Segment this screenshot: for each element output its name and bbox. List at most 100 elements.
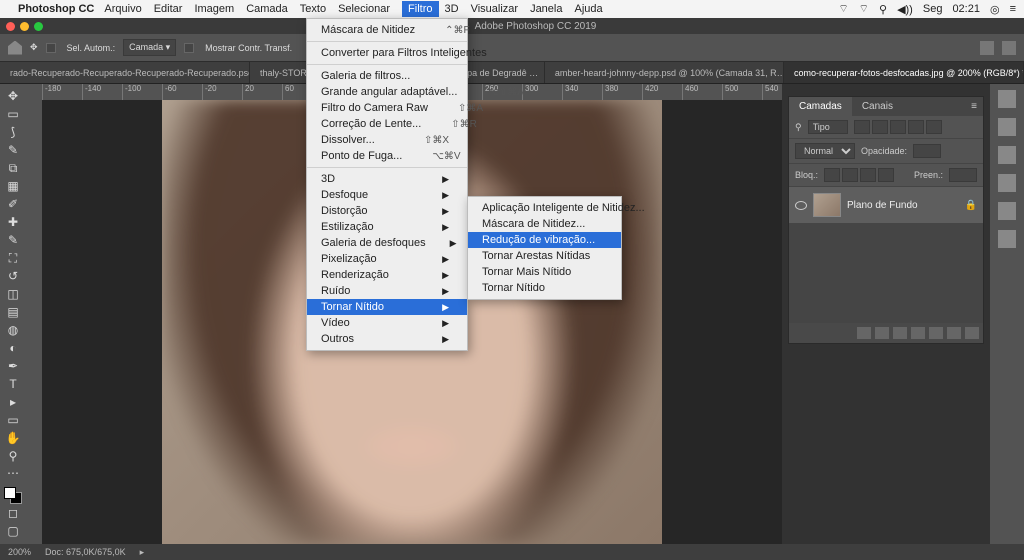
zoom-level[interactable]: 200% xyxy=(8,547,31,557)
menu-item[interactable]: Grande angular adaptável...⌥⇧⌘A xyxy=(307,84,467,100)
menu-selecionar[interactable]: Selecionar xyxy=(338,3,390,15)
layer-kind-filter[interactable] xyxy=(808,120,848,134)
submenu-item[interactable]: Tornar Mais Nítido xyxy=(468,264,621,280)
eyedropper-tool[interactable]: ✐ xyxy=(3,196,23,213)
hand-tool[interactable]: ✋ xyxy=(3,429,23,446)
search-icon[interactable] xyxy=(980,41,994,55)
frame-tool[interactable]: ▦ xyxy=(3,178,23,195)
color-panel-icon[interactable] xyxy=(998,90,1016,108)
doc-size[interactable]: Doc: 675,0K/675,0K xyxy=(45,547,126,557)
group-icon[interactable] xyxy=(929,327,943,339)
autosel-dropdown[interactable]: Camada ▾ xyxy=(123,39,176,56)
gradient-tool[interactable]: ▤ xyxy=(3,303,23,320)
menu-item[interactable]: Correção de Lente...⇧⌘R xyxy=(307,116,467,132)
pen-tool[interactable]: ✒ xyxy=(3,357,23,374)
menu-item[interactable]: Galeria de desfoques▶ xyxy=(307,235,467,251)
zoom-window-icon[interactable] xyxy=(34,22,43,31)
menu-editar[interactable]: Editar xyxy=(154,3,183,15)
menu-arquivo[interactable]: Arquivo xyxy=(104,3,141,15)
menu-item[interactable]: Estilização▶ xyxy=(307,219,467,235)
actions-panel-icon[interactable] xyxy=(998,230,1016,248)
panel-menu-icon[interactable]: ≡ xyxy=(965,97,983,116)
submenu-item[interactable]: Aplicação Inteligente de Nitidez... xyxy=(468,200,621,216)
menu-item[interactable]: 3D▶ xyxy=(307,171,467,187)
opacity-input[interactable] xyxy=(913,144,941,158)
history-panel-icon[interactable] xyxy=(998,202,1016,220)
siri-icon[interactable]: ◎ xyxy=(990,3,1000,16)
stamp-tool[interactable]: ⛶ xyxy=(3,250,23,267)
fill-input[interactable] xyxy=(949,168,977,182)
menu-filtro[interactable]: Filtro xyxy=(402,1,438,17)
autosel-checkbox[interactable] xyxy=(46,43,56,53)
filter-type-icon[interactable] xyxy=(890,120,906,134)
workspace-icon[interactable] xyxy=(1002,41,1016,55)
menu-item[interactable]: Ponto de Fuga...⌥⌘V xyxy=(307,148,467,164)
layer-row[interactable]: Plano de Fundo 🔒 xyxy=(789,187,983,223)
menu-item[interactable]: Galeria de filtros... xyxy=(307,68,467,84)
screenmode-tool[interactable]: ▢ xyxy=(3,523,23,540)
link-layers-icon[interactable] xyxy=(857,327,871,339)
filter-pixel-icon[interactable] xyxy=(854,120,870,134)
volume-icon[interactable]: ◀)) xyxy=(897,3,913,16)
shape-tool[interactable]: ▭ xyxy=(3,411,23,428)
menu-3d[interactable]: 3D xyxy=(445,3,459,15)
adjustments-panel-icon[interactable] xyxy=(998,174,1016,192)
menu-imagem[interactable]: Imagem xyxy=(194,3,234,15)
menu-camada[interactable]: Camada xyxy=(246,3,288,15)
menu-item[interactable]: Converter para Filtros Inteligentes xyxy=(307,45,467,61)
menu-item[interactable]: Distorção▶ xyxy=(307,203,467,219)
type-tool[interactable]: T xyxy=(3,375,23,392)
menu-item[interactable]: Máscara de Nitidez⌃⌘F xyxy=(307,22,467,38)
eraser-tool[interactable]: ◫ xyxy=(3,285,23,302)
color-swatch[interactable] xyxy=(4,487,22,504)
show-controls-checkbox[interactable] xyxy=(184,43,194,53)
menu-item[interactable]: Vídeo▶ xyxy=(307,315,467,331)
submenu-item[interactable]: Máscara de Nitidez... xyxy=(468,216,621,232)
minimize-window-icon[interactable] xyxy=(20,22,29,31)
lock-trans-icon[interactable] xyxy=(824,168,840,182)
blend-mode-select[interactable]: Normal xyxy=(795,143,855,159)
menu-item[interactable]: Outros▶ xyxy=(307,331,467,347)
menu-item[interactable]: Desfoque▶ xyxy=(307,187,467,203)
close-window-icon[interactable] xyxy=(6,22,15,31)
home-icon[interactable] xyxy=(8,41,22,55)
ruler-vertical[interactable] xyxy=(26,100,42,544)
marquee-tool[interactable]: ▭ xyxy=(3,106,23,123)
wifi-icon[interactable]: ⌔ xyxy=(859,2,869,16)
spotlight-icon[interactable]: ⚲ xyxy=(879,3,887,16)
quick-select-tool[interactable]: ✎ xyxy=(3,142,23,159)
submenu-item[interactable]: Tornar Arestas Nítidas xyxy=(468,248,621,264)
submenu-item-reducao-vibracao[interactable]: Redução de vibração... xyxy=(468,232,621,248)
trash-icon[interactable] xyxy=(965,327,979,339)
visibility-eye-icon[interactable] xyxy=(795,201,807,210)
layer-thumbnail[interactable] xyxy=(813,193,841,217)
libraries-panel-icon[interactable] xyxy=(998,146,1016,164)
bluetooth-icon[interactable]: ⌔ xyxy=(838,2,848,16)
ruler-origin[interactable] xyxy=(26,84,42,100)
brush-tool[interactable]: ✎ xyxy=(3,232,23,249)
menu-item[interactable]: Pixelização▶ xyxy=(307,251,467,267)
quickmask-tool[interactable]: ◻ xyxy=(3,505,23,522)
path-select-tool[interactable]: ▸ xyxy=(3,393,23,410)
tab-doc[interactable]: rado-Recuperado-Recuperado-Recuperado-Re… xyxy=(0,62,250,83)
tab-doc-active[interactable]: como-recuperar-fotos-desfocadas.jpg @ 20… xyxy=(784,62,1024,83)
menu-item[interactable]: Renderização▶ xyxy=(307,267,467,283)
submenu-item[interactable]: Tornar Nítido xyxy=(468,280,621,296)
crop-tool[interactable]: ⧉ xyxy=(3,160,23,177)
blur-tool[interactable]: ◍ xyxy=(3,321,23,338)
lock-pos-icon[interactable] xyxy=(860,168,876,182)
menu-ajuda[interactable]: Ajuda xyxy=(574,3,602,15)
status-arrow-icon[interactable]: ▸ xyxy=(140,547,145,558)
traffic-lights[interactable] xyxy=(6,22,43,31)
menu-item[interactable]: Dissolver...⇧⌘X xyxy=(307,132,467,148)
layers-tab[interactable]: Camadas xyxy=(789,97,852,116)
menu-item[interactable]: Ruído▶ xyxy=(307,283,467,299)
filter-smart-icon[interactable] xyxy=(926,120,942,134)
move-tool-icon[interactable]: ✥ xyxy=(30,42,38,53)
move-tool[interactable]: ✥ xyxy=(3,88,23,105)
menu-visualizar[interactable]: Visualizar xyxy=(471,3,519,15)
menu-texto[interactable]: Texto xyxy=(300,3,326,15)
lock-all-icon[interactable] xyxy=(878,168,894,182)
app-name[interactable]: Photoshop CC xyxy=(18,3,94,15)
lock-icon[interactable]: 🔒 xyxy=(965,200,977,211)
